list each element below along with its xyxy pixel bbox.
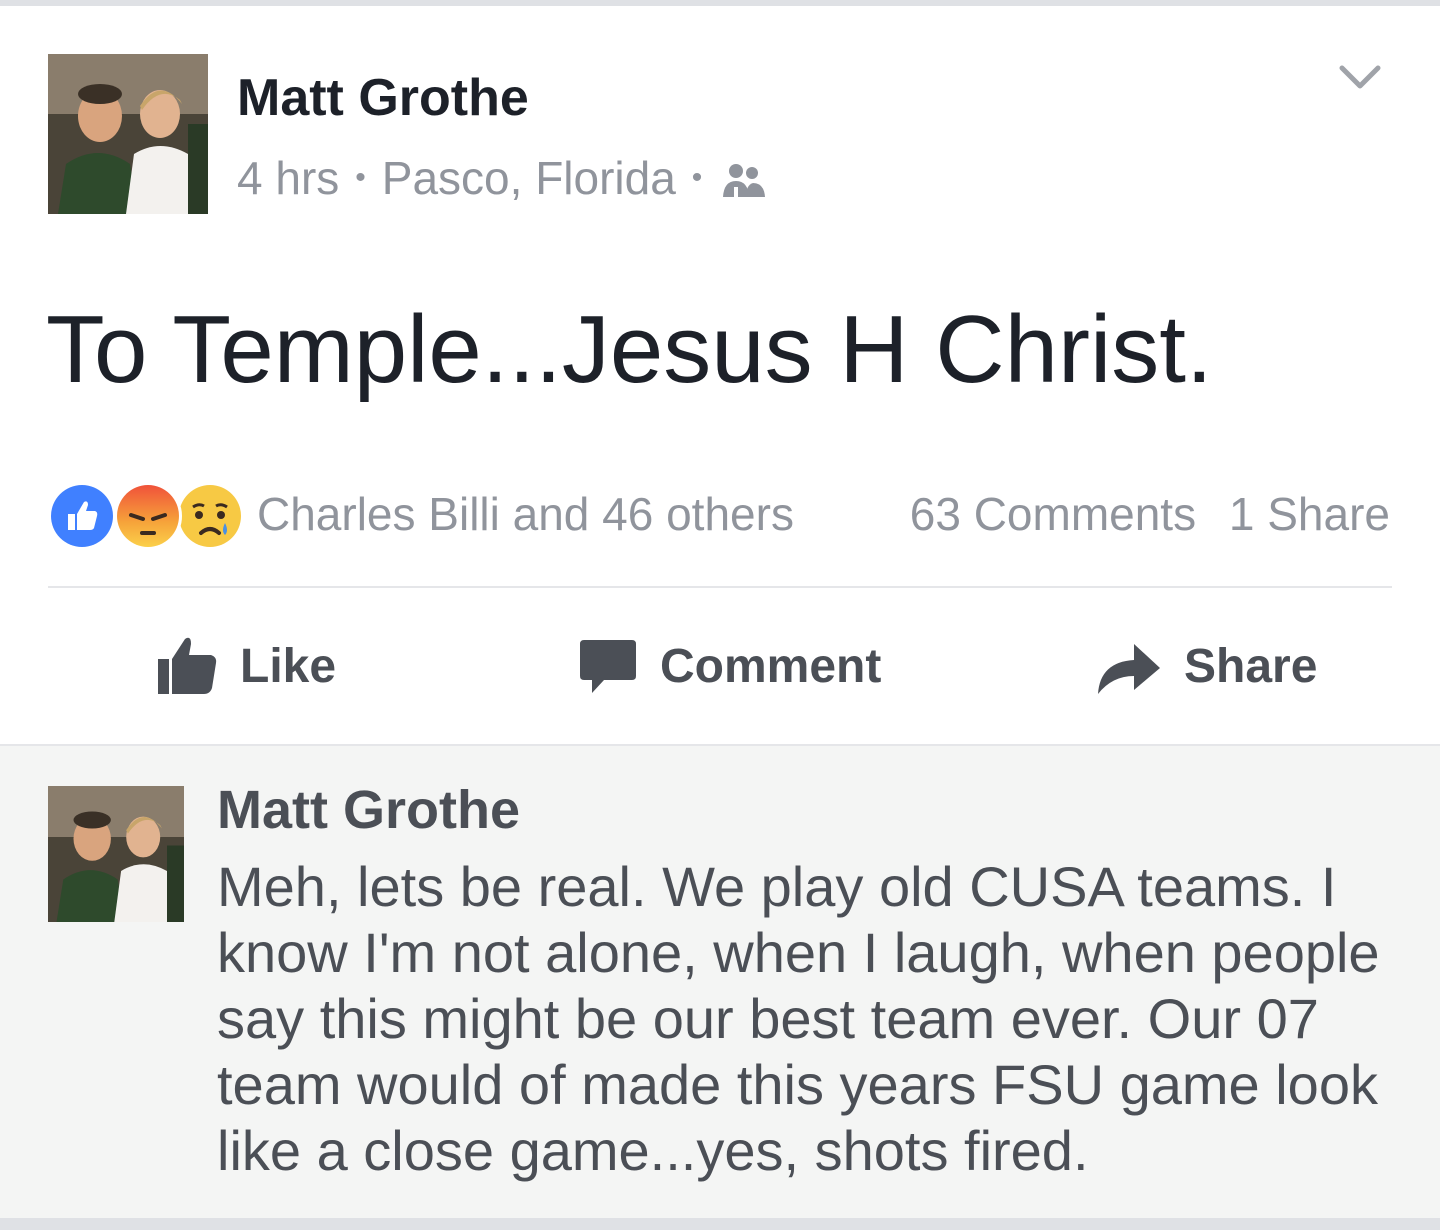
comment-label: Comment <box>660 639 882 693</box>
profile-photo <box>48 786 184 922</box>
thumbs-up-icon <box>158 637 217 694</box>
post-time[interactable]: 4 hrs <box>237 151 339 205</box>
comment-icon <box>580 640 636 693</box>
meta-separator: • <box>355 161 366 194</box>
post-location[interactable]: Pasco, Florida <box>382 151 676 205</box>
like-label: Like <box>240 639 337 693</box>
post-meta: 4 hrs • Pasco, Florida • <box>237 150 768 206</box>
author-name[interactable]: Matt Grothe <box>237 68 529 128</box>
share-label: Share <box>1184 639 1318 693</box>
reaction-summary[interactable]: Charles Billi and 46 others <box>257 486 794 542</box>
share-count[interactable]: 1 Share <box>1229 488 1390 540</box>
like-reaction-icon <box>48 482 116 550</box>
angry-reaction-icon <box>114 482 182 550</box>
comment-text: Meh, lets be real. We play old CUSA team… <box>217 855 1380 1182</box>
profile-photo <box>48 54 208 214</box>
sad-reaction-icon <box>176 482 244 550</box>
comment-count[interactable]: 63 Comments <box>910 488 1196 540</box>
meta-separator: • <box>691 161 703 194</box>
share-arrow-icon <box>1098 644 1160 694</box>
like-button[interactable]: Like <box>156 626 336 706</box>
bottom-divider <box>0 1218 1440 1230</box>
comment-author-name[interactable]: Matt Grothe <box>217 778 520 842</box>
share-button[interactable]: Share <box>1096 626 1317 706</box>
chevron-down-icon[interactable] <box>1336 58 1384 98</box>
divider <box>48 586 1392 588</box>
author-avatar[interactable] <box>48 54 208 214</box>
engagement-counts: 63 Comments 1 Share <box>910 486 1390 542</box>
comment-author-avatar[interactable] <box>48 786 184 922</box>
top-divider <box>0 0 1440 6</box>
post-text: To Temple...Jesus H Christ. <box>46 296 1213 403</box>
comment-button[interactable]: Comment <box>578 626 881 706</box>
friends-icon <box>720 158 768 198</box>
